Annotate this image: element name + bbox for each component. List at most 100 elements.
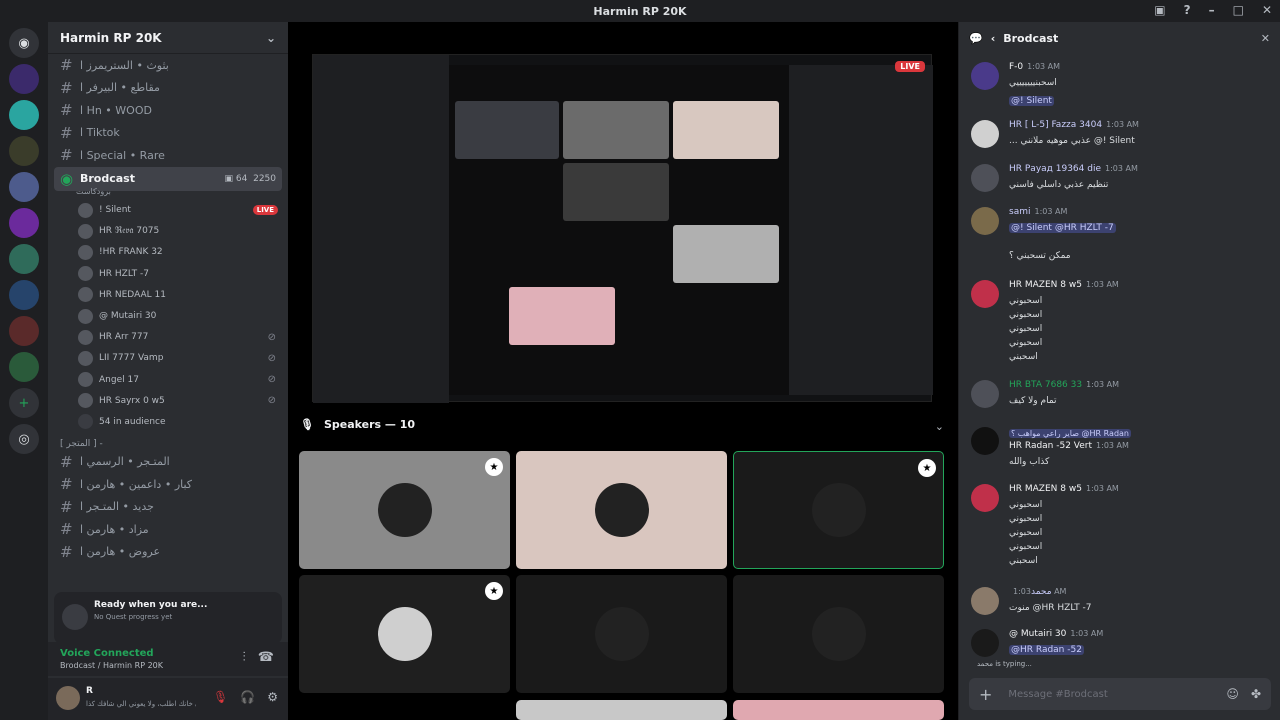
- apps-icon[interactable]: ✤: [1251, 687, 1261, 701]
- reply-reference[interactable]: صاير راعي مواهب ؟ @HR Radan: [1009, 429, 1131, 438]
- channel-item[interactable]: # مزاد • هارمن ا: [48, 518, 288, 541]
- chat-message[interactable]: HR MAZEN 8 w5 1:03 AM اسحبوني اسحبوني اسحبون…: [971, 484, 1271, 568]
- inbox-icon[interactable]: ▣: [1154, 3, 1165, 17]
- speaker-tile[interactable]: ★: [299, 575, 510, 693]
- server-icon[interactable]: [9, 136, 39, 166]
- screen-share-stream[interactable]: LIVE: [312, 54, 933, 403]
- avatar[interactable]: [56, 686, 80, 710]
- stream-tile: [673, 101, 779, 159]
- noise-suppression-icon[interactable]: ⫶: [243, 650, 246, 665]
- channel-item[interactable]: # جديد • المتـجر ا: [48, 496, 288, 519]
- muted-icon: ⊘: [267, 374, 276, 386]
- avatar: [971, 164, 999, 192]
- mention[interactable]: @HR Radan -52: [1009, 645, 1084, 655]
- chat-message[interactable]: sami 1:03 AM @! Silent @HR HZLT -7 ممكن تسح…: [971, 207, 1271, 263]
- chevron-down-icon: ⌄: [265, 30, 276, 45]
- channel-item[interactable]: # عروض • هارمن ا: [48, 541, 288, 564]
- emoji-icon[interactable]: ☺: [1226, 687, 1239, 701]
- speaker-tile[interactable]: [733, 575, 944, 693]
- add-attachment-icon[interactable]: +: [979, 685, 992, 704]
- stream-chat: [789, 65, 933, 395]
- close-icon[interactable]: ✕: [1262, 3, 1272, 17]
- chat-message[interactable]: HR Рауад 19364 die 1:03 AM تنظيم عذبي داسل…: [971, 164, 1271, 192]
- quest-icon: [62, 604, 88, 630]
- channel-item[interactable]: # Special • Rare ا: [48, 144, 288, 167]
- chat-message[interactable]: HR MAZEN 8 w5 1:03 AM اسحبوني اسحبوني اسحبون…: [971, 280, 1271, 364]
- message-input[interactable]: + Message #Brodcast ☺ ✤: [969, 678, 1271, 710]
- message-text: اسحبوني: [1009, 500, 1043, 510]
- speaker-tile[interactable]: ★: [733, 451, 944, 569]
- window-title: Harmin RP 20K: [593, 4, 687, 18]
- chat-message[interactable]: HR BTA 7686 33 1:03 AM تمام ولا كيف: [971, 380, 1271, 408]
- message-text: اسحبني: [1009, 352, 1038, 362]
- speaker-tile[interactable]: [516, 451, 727, 569]
- voice-user[interactable]: !HR FRANK 32: [48, 242, 288, 263]
- voice-user[interactable]: HR HZLT -7: [48, 263, 288, 284]
- quest-panel[interactable]: Ready when you are... No Quest progress …: [54, 592, 282, 644]
- voice-user[interactable]: @ Mutairi 30: [48, 305, 288, 326]
- speakers-header[interactable]: 🎙 Speakers — 10: [300, 418, 415, 431]
- mute-mic-icon[interactable]: 🎙: [213, 690, 228, 704]
- hash-icon: #: [60, 520, 73, 539]
- add-server-icon[interactable]: +: [9, 388, 39, 418]
- chat-message[interactable]: HR [ L-5] Fazza 3404 1:03 AM ... عذبي موهي…: [971, 120, 1271, 148]
- server-icon[interactable]: [9, 280, 39, 310]
- avatar: [971, 120, 999, 148]
- speaker-tile[interactable]: [733, 700, 944, 720]
- channel-item[interactable]: # كبار • داعمين • هارمن ا: [48, 473, 288, 496]
- moderator-icon: ★: [918, 459, 936, 477]
- chat-message[interactable]: F-0 1:03 AM اسحبنيييييييي @! Silent: [971, 62, 1271, 108]
- back-chevron-icon[interactable]: ‹: [991, 32, 996, 45]
- server-icon[interactable]: [9, 244, 39, 274]
- voice-user[interactable]: HR Arr 777 ⊘: [48, 327, 288, 348]
- message-text: اسحبوني: [1009, 310, 1043, 320]
- mention[interactable]: @! Silent @HR HZLT -7: [1009, 223, 1116, 233]
- channel-item[interactable]: # Tiktok ا: [48, 122, 288, 145]
- voice-user[interactable]: HR Sayrx 0 w5 ⊘: [48, 390, 288, 411]
- speaker-tile[interactable]: [516, 575, 727, 693]
- server-icon[interactable]: [9, 172, 39, 202]
- message-text: اسحبوني: [1009, 528, 1043, 538]
- voice-user[interactable]: ! Silent LIVE: [48, 200, 288, 221]
- voice-user[interactable]: HR NEDAAL 11: [48, 284, 288, 305]
- disconnect-icon[interactable]: ☎: [258, 650, 274, 665]
- mention[interactable]: @! Silent: [1009, 96, 1054, 106]
- chat-message[interactable]: محمد1:03 AM منوت @HR HZLT -7: [971, 587, 1271, 615]
- category-header[interactable]: [ المتجر ] -: [48, 433, 288, 451]
- voice-user[interactable]: LII 7777 Vamp ⊘: [48, 348, 288, 369]
- channel-item[interactable]: # بثوث • الستريمرز ا: [48, 54, 288, 77]
- discord-home-icon[interactable]: ◉: [9, 28, 39, 58]
- server-icon[interactable]: [9, 100, 39, 130]
- channel-item[interactable]: # مقاطع • البيرفر ا: [48, 77, 288, 100]
- stage-icon: ◉: [60, 169, 74, 188]
- speaker-tile[interactable]: [516, 700, 727, 720]
- help-icon[interactable]: ?: [1184, 3, 1191, 17]
- voice-user[interactable]: HR ℜ𝔢𝔳𝔞 7075: [48, 221, 288, 242]
- close-icon[interactable]: ✕: [1261, 32, 1270, 45]
- stream-tile: [509, 287, 615, 345]
- minimize-icon[interactable]: –: [1209, 3, 1215, 17]
- speaker-tile[interactable]: ★: [299, 451, 510, 569]
- server-header[interactable]: Harmin RP 20K ⌄: [48, 22, 288, 54]
- server-icon[interactable]: [9, 208, 39, 238]
- audience-count[interactable]: 54 in audience: [48, 411, 288, 432]
- server-icon[interactable]: [9, 64, 39, 94]
- server-icon[interactable]: [9, 352, 39, 382]
- channel-item[interactable]: # المتـجر • الرسمي ا: [48, 451, 288, 474]
- server-icon[interactable]: [9, 316, 39, 346]
- settings-icon[interactable]: ⚙: [267, 690, 278, 704]
- chat-message[interactable]: صاير راعي مواهب ؟ @HR Radan HR Radan -52 …: [971, 427, 1271, 469]
- message-time: 1:03 AM: [1027, 62, 1061, 71]
- headphones-icon[interactable]: 🎧: [240, 690, 255, 704]
- channel-item[interactable]: # Hn • WOOD ا: [48, 99, 288, 122]
- quest-title: Ready when you are...: [94, 600, 208, 610]
- stream-tile: [563, 163, 669, 221]
- voice-user[interactable]: Angel 17 ⊘: [48, 369, 288, 390]
- chevron-down-icon[interactable]: ⌄: [935, 420, 944, 433]
- maximize-icon[interactable]: □: [1233, 3, 1244, 17]
- discover-icon[interactable]: ◎: [9, 424, 39, 454]
- chat-message[interactable]: @ Mutairi 30 1:03 AM @HR Radan -52: [971, 629, 1271, 657]
- message-author: HR Radan -52 Vert: [1009, 441, 1093, 451]
- message-text: اسحبوني: [1009, 542, 1043, 552]
- hash-icon: #: [60, 78, 73, 97]
